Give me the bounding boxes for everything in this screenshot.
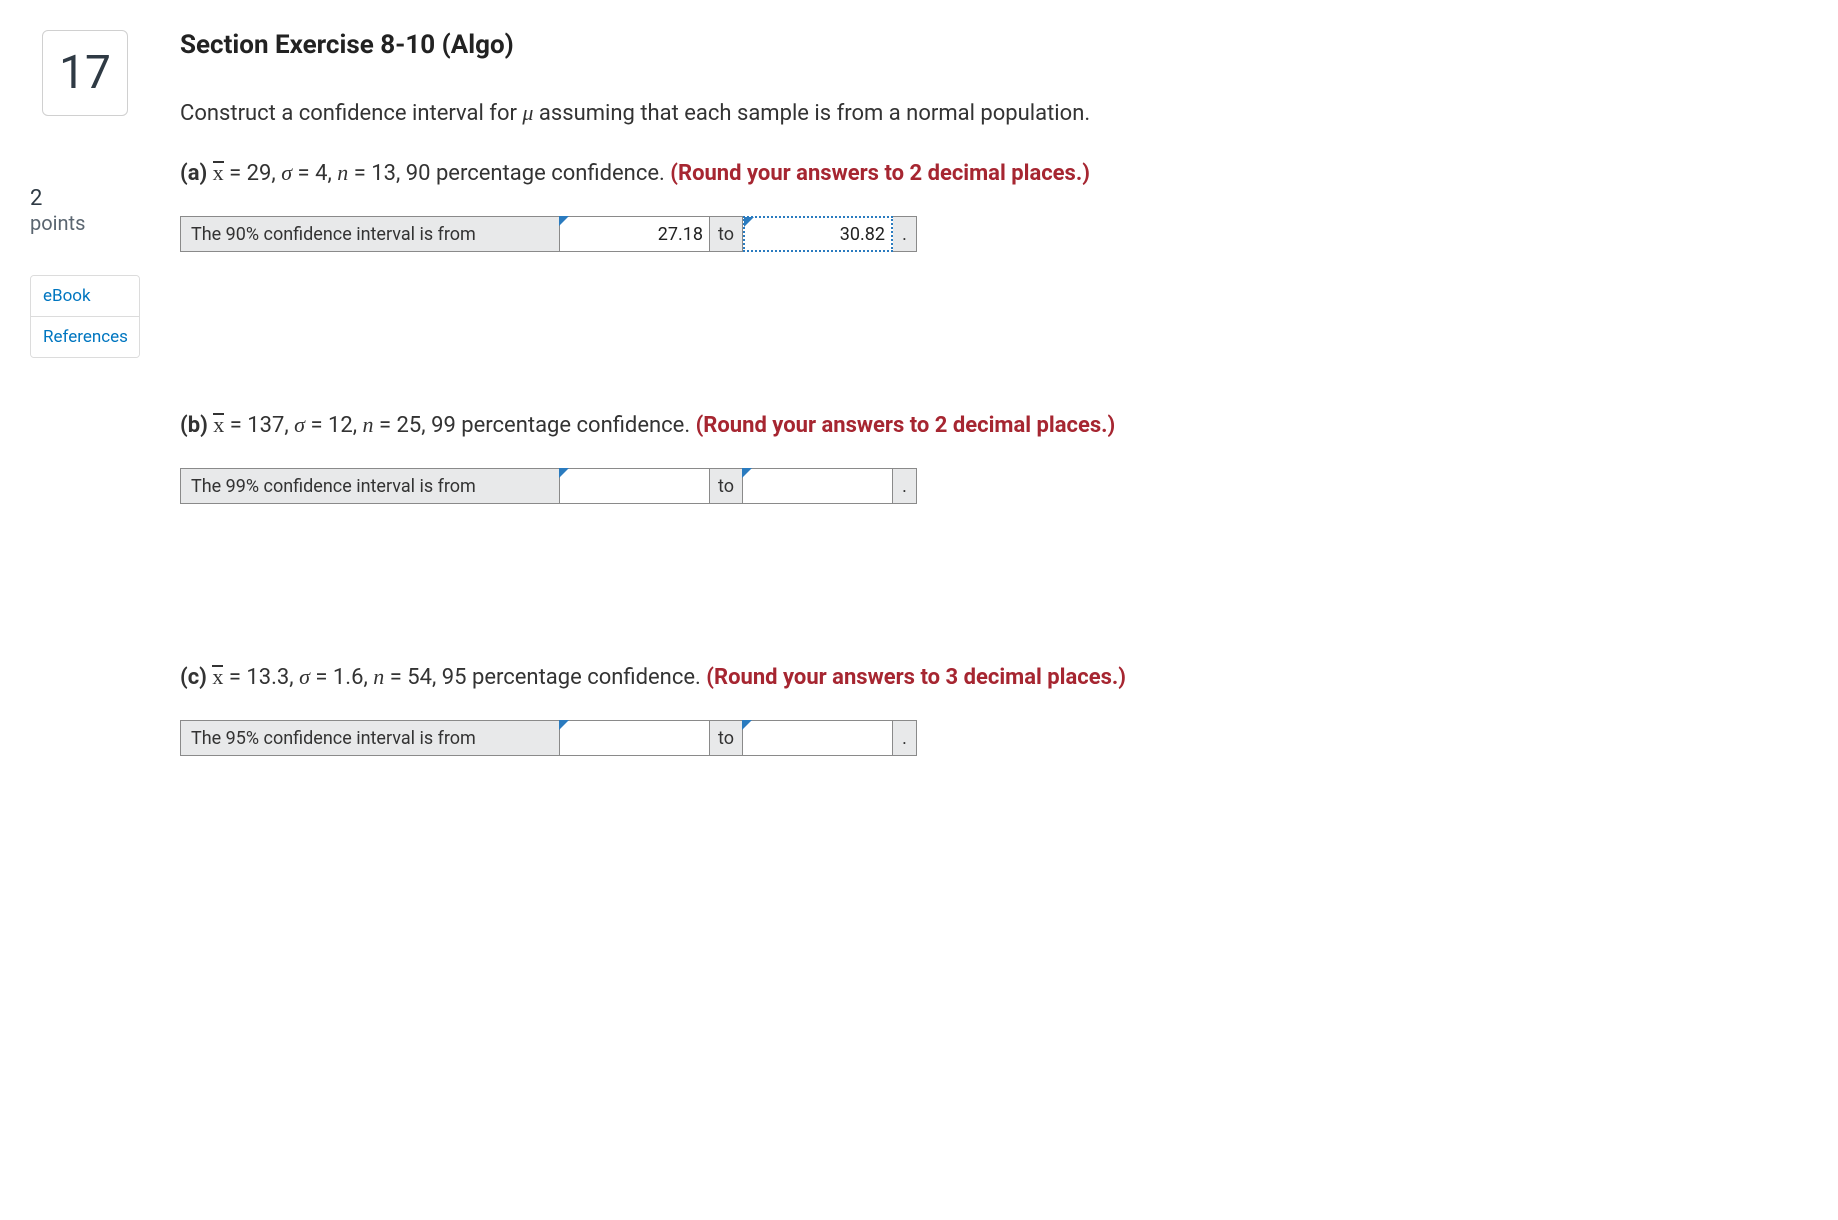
input-marker-icon xyxy=(559,468,569,478)
part-b-conf: 99 percentage confidence. xyxy=(431,413,690,438)
part-b-upper-input[interactable] xyxy=(743,468,893,504)
part-b-lower-input[interactable] xyxy=(560,468,710,504)
page-wrapper: 17 2 points eBook References Section Exe… xyxy=(20,30,1818,756)
part-a-lower-val: 27.18 xyxy=(658,224,703,245)
ebook-link[interactable]: eBook xyxy=(31,276,139,316)
part-b-n-val: 25 xyxy=(397,413,422,438)
part-a-n-val: 13 xyxy=(371,161,396,186)
main-content: Section Exercise 8-10 (Algo) Construct a… xyxy=(180,30,1580,756)
part-a-lower-input[interactable]: 27.18 xyxy=(560,216,710,252)
part-a-xbar-val: 29 xyxy=(247,161,272,186)
input-marker-icon xyxy=(559,216,569,226)
part-b-xbar-val: 137 xyxy=(247,413,284,438)
part-b-answer-label: The 99% confidence interval is from xyxy=(180,468,560,504)
n-symbol: n xyxy=(337,160,348,185)
sigma-symbol: σ xyxy=(299,664,310,689)
input-marker-icon xyxy=(744,217,754,227)
to-label: to xyxy=(710,216,743,252)
question-number-box: 17 xyxy=(42,30,128,116)
part-b-sigma-val: 12 xyxy=(328,413,353,438)
part-b-prompt: (b) x = 137, σ = 12, n = 25, 99 percenta… xyxy=(180,412,1580,438)
part-c-answer-row: The 95% confidence interval is from to . xyxy=(180,720,1580,756)
section-title: Section Exercise 8-10 (Algo) xyxy=(180,30,1580,60)
period-cell: . xyxy=(893,720,917,756)
part-c-sigma-val: 1.6 xyxy=(333,665,364,690)
period-cell: . xyxy=(893,216,917,252)
part-b-round-note: (Round your answers to 2 decimal places.… xyxy=(696,413,1116,438)
question-number: 17 xyxy=(59,46,111,100)
part-c-n-val: 54 xyxy=(407,665,432,690)
n-symbol: n xyxy=(373,664,384,689)
intro-pre: Construct a confidence interval for xyxy=(180,101,522,126)
sigma-symbol: σ xyxy=(281,160,292,185)
sidebar: 17 2 points eBook References xyxy=(20,30,150,358)
part-c-prompt: (c) x = 13.3, σ = 1.6, n = 54, 95 percen… xyxy=(180,664,1580,690)
mu-symbol: μ xyxy=(522,100,533,125)
to-label: to xyxy=(710,468,743,504)
part-a-letter: (a) xyxy=(180,161,207,186)
xbar-symbol: x xyxy=(213,412,224,438)
input-marker-icon xyxy=(742,468,752,478)
part-a-answer-label: The 90% confidence interval is from xyxy=(180,216,560,252)
points-block: 2 points xyxy=(30,186,85,235)
n-symbol: n xyxy=(363,412,374,437)
part-c-answer-label: The 95% confidence interval is from xyxy=(180,720,560,756)
xbar-symbol: x xyxy=(213,160,224,186)
xbar-symbol: x xyxy=(212,664,223,690)
intro-post: assuming that each sample is from a norm… xyxy=(533,101,1090,126)
part-b-answer-row: The 99% confidence interval is from to . xyxy=(180,468,1580,504)
part-a-upper-input[interactable]: 30.82 xyxy=(743,216,893,252)
references-link[interactable]: References xyxy=(31,316,139,357)
input-marker-icon xyxy=(742,720,752,730)
part-a-sigma-val: 4 xyxy=(315,161,327,186)
part-b: (b) x = 137, σ = 12, n = 25, 99 percenta… xyxy=(180,412,1580,504)
part-a-prompt: (a) x = 29, σ = 4, n = 13, 90 percentage… xyxy=(180,160,1580,186)
sigma-symbol: σ xyxy=(294,412,305,437)
part-c-conf: 95 percentage confidence. xyxy=(442,665,701,690)
to-label: to xyxy=(710,720,743,756)
input-marker-icon xyxy=(559,720,569,730)
part-c-xbar-val: 13.3 xyxy=(246,665,289,690)
intro-text: Construct a confidence interval for μ as… xyxy=(180,100,1580,126)
part-c-round-note: (Round your answers to 3 decimal places.… xyxy=(706,665,1126,690)
part-a-conf: 90 percentage confidence. xyxy=(406,161,665,186)
part-a-upper-val: 30.82 xyxy=(840,224,885,245)
part-c: (c) x = 13.3, σ = 1.6, n = 54, 95 percen… xyxy=(180,664,1580,756)
side-links: eBook References xyxy=(30,275,140,358)
part-a: (a) x = 29, σ = 4, n = 13, 90 percentage… xyxy=(180,160,1580,252)
part-a-answer-row: The 90% confidence interval is from 27.1… xyxy=(180,216,1580,252)
part-c-lower-input[interactable] xyxy=(560,720,710,756)
part-b-letter: (b) xyxy=(180,413,208,438)
part-c-upper-input[interactable] xyxy=(743,720,893,756)
points-value: 2 xyxy=(30,186,85,211)
part-a-round-note: (Round your answers to 2 decimal places.… xyxy=(670,161,1090,186)
points-label: points xyxy=(30,211,85,235)
part-c-letter: (c) xyxy=(180,665,207,690)
period-cell: . xyxy=(893,468,917,504)
